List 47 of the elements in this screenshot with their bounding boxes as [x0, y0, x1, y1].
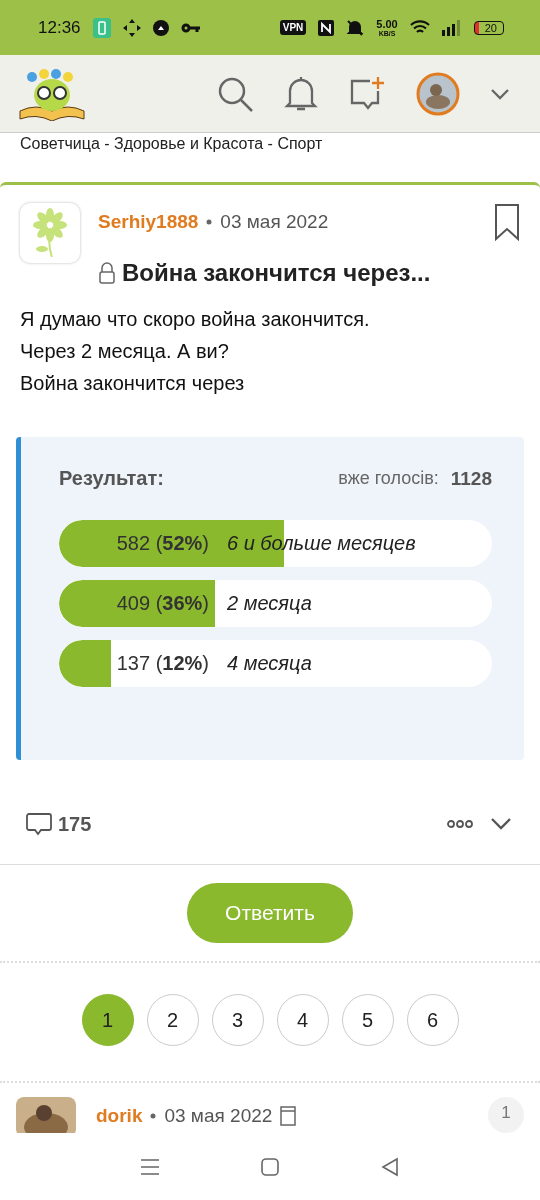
page-button[interactable]: 4 [276, 994, 329, 1046]
post-date: 03 мая 2022 [220, 211, 329, 233]
page-button[interactable]: 3 [211, 994, 264, 1046]
nfc-icon [318, 19, 335, 36]
bookmark-icon[interactable] [494, 203, 520, 241]
comment-icon[interactable] [26, 812, 52, 836]
post-text: Я думаю что скоро война закончится. [20, 307, 371, 332]
post-title[interactable]: Война закончится через... [122, 259, 431, 287]
post-text: Война закончится через [20, 371, 246, 396]
page-button[interactable]: 2 [146, 994, 199, 1046]
flower-icon [32, 207, 68, 259]
page-button[interactable]: 6 [406, 994, 459, 1046]
bell-icon[interactable] [284, 74, 318, 113]
battery-indicator: 20 [473, 20, 504, 35]
vpn-indicator: VPN [279, 20, 307, 35]
vote-count: 409 (36%) [115, 592, 209, 615]
separator-dot-icon [150, 1113, 157, 1119]
poll-option: 2 месяца [227, 592, 312, 615]
key-icon [180, 21, 201, 34]
votes-label: вже голосів: [338, 468, 439, 489]
menu-icon[interactable] [140, 1157, 160, 1176]
more-icon[interactable] [446, 819, 474, 829]
poll-heading: Результат: [59, 467, 164, 490]
poll-option: 4 месяца [227, 652, 312, 675]
home-icon[interactable] [260, 1156, 280, 1177]
owl-logo-drawing [18, 66, 86, 121]
status-time: 12:36 [38, 17, 81, 38]
breadcrumb[interactable]: Советчица - Здоровье и Красота - Спорт [0, 133, 540, 161]
vote-count: 137 (12%) [115, 652, 209, 675]
move-icon [122, 18, 141, 37]
signal-icon [441, 19, 462, 36]
page-button[interactable]: 5 [341, 994, 394, 1046]
vote-count: 582 (52%) [115, 532, 209, 555]
comment-count: 175 [58, 812, 92, 836]
muted-bell-icon [346, 18, 365, 37]
post-text: Через 2 месяца. А ви? [20, 339, 230, 364]
back-icon[interactable] [380, 1156, 400, 1177]
post-number: 1 [488, 1097, 524, 1133]
page-button[interactable]: 1 [81, 994, 134, 1046]
post-date: 03 мая 2022 [164, 1105, 273, 1127]
bookmark-icon[interactable] [280, 1106, 297, 1126]
chevron-down-icon[interactable] [490, 87, 510, 100]
separator-dot-icon [206, 219, 213, 225]
votes-total: 1128 [450, 467, 492, 490]
user-avatar[interactable] [416, 71, 460, 116]
chevron-down-icon[interactable] [490, 817, 512, 831]
battery-saver-icon [92, 17, 111, 38]
